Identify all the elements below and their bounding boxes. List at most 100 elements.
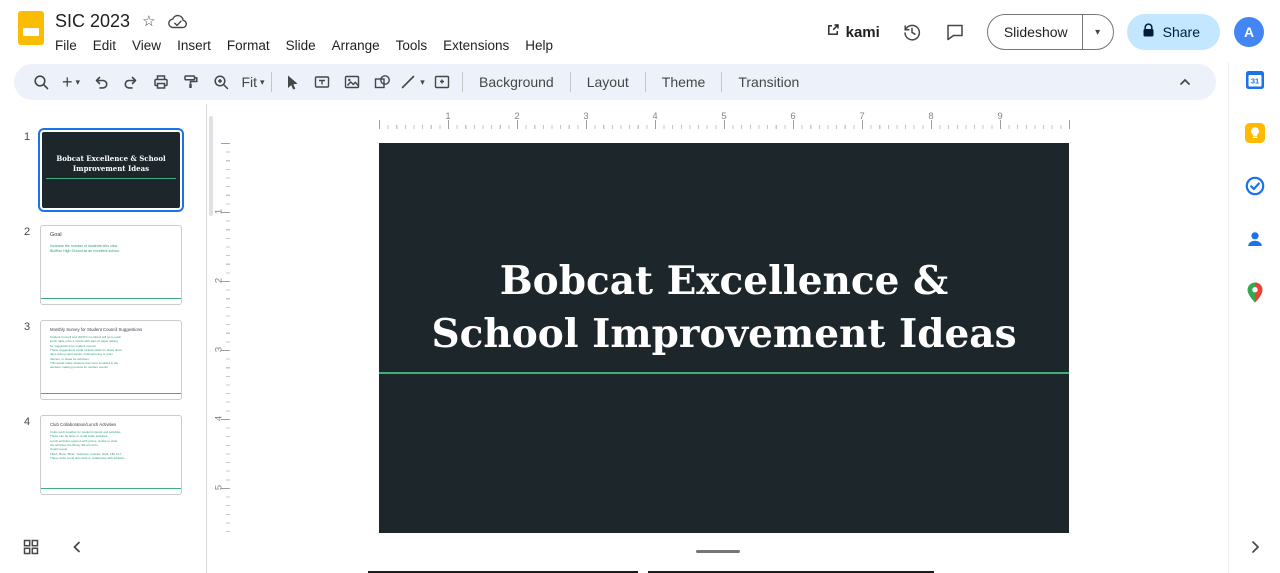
toolbar-divider [570, 72, 571, 92]
thumb-2-body: Increase the number of students who view… [50, 244, 173, 255]
maps-icon[interactable] [1241, 280, 1269, 304]
insert-image-icon[interactable] [338, 68, 366, 96]
theme-button[interactable]: Theme [651, 68, 717, 96]
ruler-number: 5 [214, 481, 225, 495]
ruler-number: 6 [790, 111, 795, 122]
slideshow-button[interactable]: Slideshow ▾ [987, 14, 1114, 50]
drive-saved-icon[interactable] [168, 14, 188, 29]
new-slide-button[interactable]: + ▾ [57, 68, 85, 96]
slide-canvas[interactable]: 1 2 3 4 5 6 7 8 9 1 2 3 4 5 Bobcat Exc [207, 104, 1228, 573]
search-menus-icon[interactable] [27, 68, 55, 96]
toolbar-divider [721, 72, 722, 92]
contacts-icon[interactable] [1241, 227, 1269, 251]
collapse-toolbar-icon[interactable] [1171, 68, 1199, 96]
menu-format[interactable]: Format [219, 36, 278, 55]
slide-thumbnail-2[interactable]: Goal Increase the number of students who… [40, 225, 182, 305]
menu-extensions[interactable]: Extensions [435, 36, 517, 55]
filmstrip: 1 Bobcat Excellence & School Improvement… [0, 104, 207, 573]
avatar[interactable]: A [1234, 17, 1264, 47]
menu-file[interactable]: File [47, 36, 85, 55]
select-tool-icon[interactable] [278, 68, 306, 96]
slides-logo[interactable] [18, 11, 44, 45]
kami-extension-button[interactable]: kami [826, 23, 880, 41]
slide-row-2: 2 Goal Increase the number of students w… [14, 225, 206, 305]
calendar-icon[interactable]: 31 [1241, 68, 1269, 92]
ruler-number: 3 [214, 343, 225, 357]
new-slide-dropdown-icon[interactable]: ▾ [75, 77, 80, 88]
horizontal-ruler: 1 2 3 4 5 6 7 8 9 [379, 112, 1070, 129]
ruler-number: 2 [214, 274, 225, 288]
collapse-filmstrip-icon[interactable] [70, 540, 84, 559]
slide-title-text[interactable]: Bobcat Excellence & School Improvement I… [379, 255, 1069, 361]
text-box-icon[interactable] [308, 68, 336, 96]
thumb-4-title: Club Collaboration/Lunch Activities [50, 422, 173, 427]
thumb-2-title: Goal [50, 232, 173, 238]
menu-edit[interactable]: Edit [85, 36, 124, 55]
ruler-number: 1 [445, 111, 450, 122]
redo-icon[interactable] [117, 68, 145, 96]
paint-format-icon[interactable] [177, 68, 205, 96]
slide-accent-line [379, 372, 1069, 374]
slide-thumbnail-4[interactable]: Club Collaboration/Lunch Activities Club… [40, 415, 182, 495]
current-slide[interactable]: Bobcat Excellence & School Improvement I… [379, 143, 1069, 533]
line-dropdown-icon[interactable]: ▾ [420, 77, 425, 88]
slideshow-label: Slideshow [988, 24, 1082, 40]
ruler-number: 3 [583, 111, 588, 122]
thumb-4-accent-line [41, 488, 181, 489]
chevron-right-icon[interactable] [1241, 535, 1269, 559]
menu-insert[interactable]: Insert [169, 36, 219, 55]
ruler-number: 9 [997, 111, 1002, 122]
lock-icon [1142, 23, 1155, 41]
undo-icon[interactable] [87, 68, 115, 96]
layout-button[interactable]: Layout [576, 68, 640, 96]
insert-shape-icon[interactable] [368, 68, 396, 96]
version-history-icon[interactable] [893, 14, 931, 50]
print-icon[interactable] [147, 68, 175, 96]
toolbar-divider [645, 72, 646, 92]
menu-slide[interactable]: Slide [278, 36, 324, 55]
slide-row-3: 3 Monthly Survey for Student Council Sug… [14, 320, 206, 400]
thumb-3-title: Monthly Survey for Student Council Sugge… [50, 327, 173, 332]
menu-help[interactable]: Help [517, 36, 561, 55]
zoom-level-value: Fit [237, 74, 257, 90]
svg-text:31: 31 [1250, 77, 1258, 86]
menu-tools[interactable]: Tools [388, 36, 436, 55]
ruler-number: 5 [721, 111, 726, 122]
ruler-number: 7 [859, 111, 864, 122]
thumb-1-accent-line [46, 178, 176, 179]
slide-3-number: 3 [14, 320, 40, 333]
transition-button[interactable]: Transition [727, 68, 810, 96]
menu-view[interactable]: View [124, 36, 169, 55]
thumb-1-title: Bobcat Excellence & School Improvement I… [52, 154, 171, 174]
ruler-number: 1 [214, 205, 225, 219]
speaker-notes-handle[interactable] [696, 550, 740, 553]
grid-view-icon[interactable] [22, 538, 40, 561]
share-button[interactable]: Share [1127, 14, 1220, 50]
slide-1-number: 1 [14, 130, 40, 143]
slide-row-1: 1 Bobcat Excellence & School Improvement… [14, 130, 206, 210]
slideshow-dropdown-icon[interactable]: ▾ [1083, 27, 1113, 38]
star-icon[interactable]: ☆ [142, 14, 155, 29]
slide-title-line-1: Bobcat Excellence & [379, 255, 1069, 308]
insert-line-icon[interactable]: ▾ [398, 68, 426, 96]
slide-thumbnail-3[interactable]: Monthly Survey for Student Council Sugge… [40, 320, 182, 400]
document-title[interactable]: SIC 2023 [55, 11, 130, 32]
keep-icon[interactable] [1241, 121, 1269, 145]
background-button[interactable]: Background [468, 68, 565, 96]
comment-icon[interactable] [936, 14, 974, 50]
menu-arrange[interactable]: Arrange [324, 36, 388, 55]
slide-title-line-2: School Improvement Ideas [379, 308, 1069, 361]
google-slides-app: SIC 2023 ☆ File Edit View Insert Format [0, 0, 1280, 573]
zoom-icon[interactable] [207, 68, 235, 96]
kami-label: kami [846, 24, 880, 41]
ruler-number: 8 [928, 111, 933, 122]
insert-placeholder-icon[interactable] [428, 68, 456, 96]
zoom-dropdown-icon[interactable]: ▾ [260, 77, 265, 88]
thumb-3-accent-line [41, 393, 181, 394]
zoom-level-select[interactable]: Fit ▾ [237, 68, 265, 96]
tasks-icon[interactable] [1241, 174, 1269, 198]
thumb-3-body: Student Council and JROTC members will g… [50, 335, 173, 370]
toolbar-divider [462, 72, 463, 92]
ruler-number: 2 [514, 111, 519, 122]
slide-thumbnail-1[interactable]: Bobcat Excellence & School Improvement I… [40, 130, 182, 210]
